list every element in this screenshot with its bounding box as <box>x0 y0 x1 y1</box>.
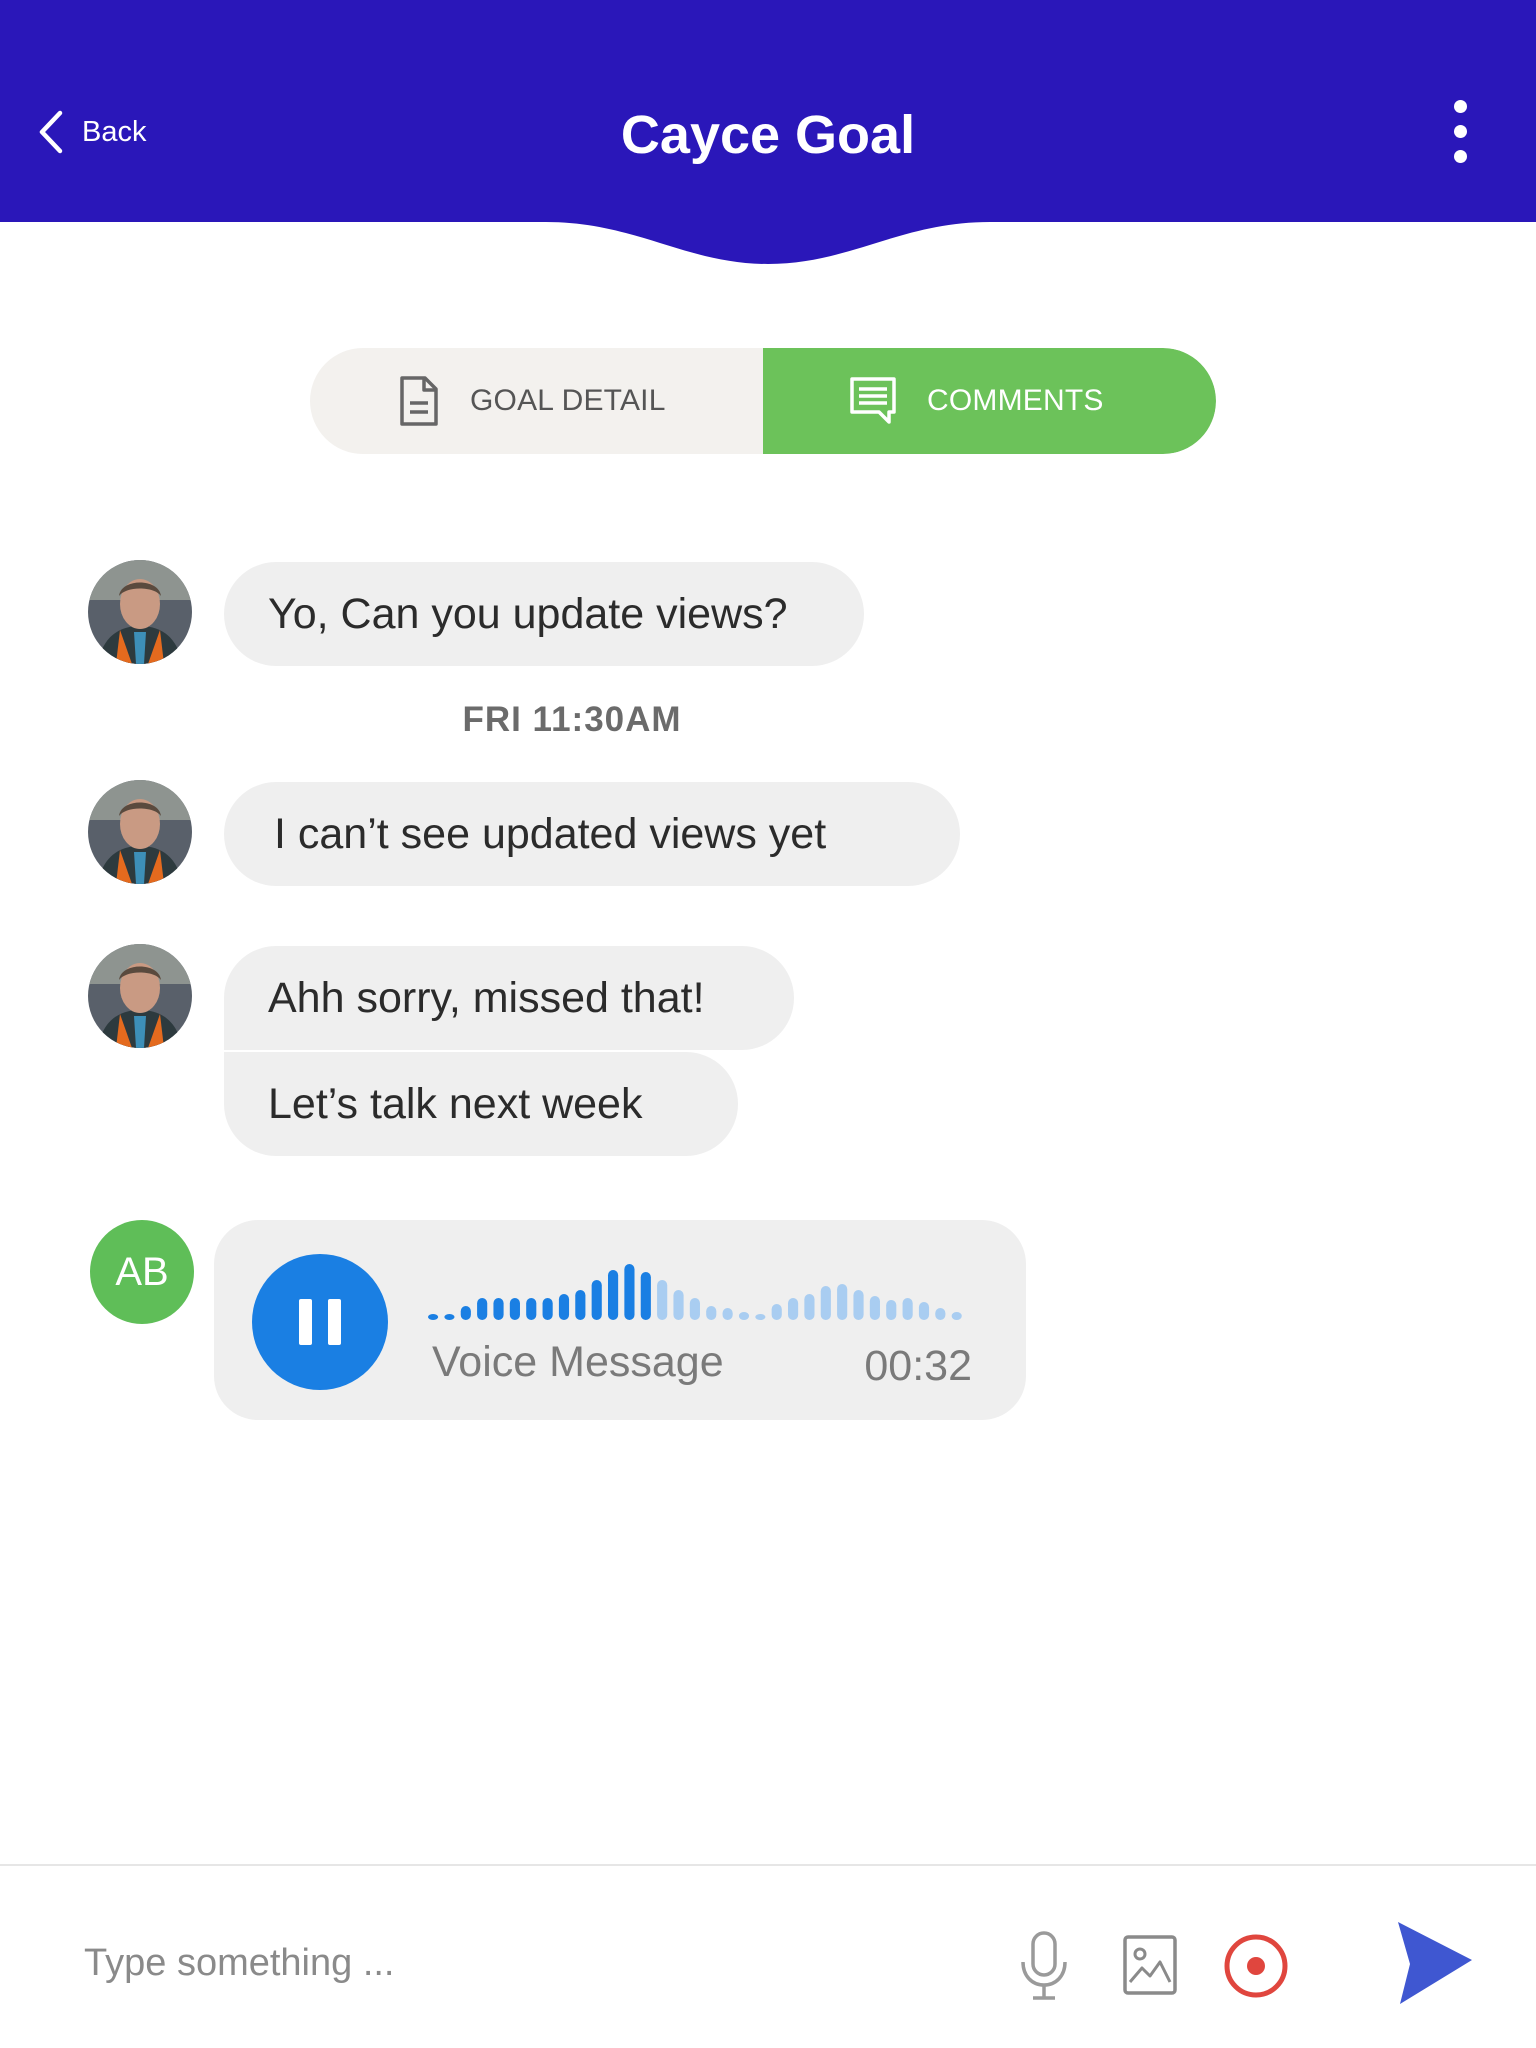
avatar[interactable] <box>88 780 192 884</box>
voice-message-label: Voice Message <box>432 1338 724 1386</box>
waveform-bar <box>869 1296 880 1320</box>
waveform-bar <box>542 1298 553 1320</box>
waveform-bar <box>608 1270 619 1320</box>
message-text: Yo, Can you update views? <box>268 589 788 638</box>
waveform-bar <box>706 1306 717 1320</box>
tab-switcher: GOAL DETAIL COMMENTS <box>310 348 1216 454</box>
waveform-bar <box>689 1298 700 1320</box>
waveform-bar <box>558 1294 570 1320</box>
document-icon <box>400 376 438 426</box>
waveform-bar <box>918 1302 930 1320</box>
voice-message-card: Voice Message 00:32 <box>214 1220 1026 1420</box>
message-text: Let’s talk next week <box>268 1079 643 1128</box>
tab-goal-detail[interactable]: GOAL DETAIL <box>310 348 763 454</box>
waveform-bar <box>820 1286 831 1320</box>
message-bubble: Yo, Can you update views? <box>224 562 864 666</box>
waveform[interactable] <box>428 1258 968 1322</box>
message-bubble: Let’s talk next week <box>224 1052 738 1156</box>
waveform-bar <box>755 1314 766 1320</box>
waveform-bar <box>886 1300 897 1320</box>
microphone-icon[interactable] <box>1016 1930 1072 2007</box>
waveform-bar <box>460 1306 471 1320</box>
avatar-initials[interactable]: AB <box>90 1220 194 1324</box>
waveform-bar <box>788 1298 799 1320</box>
waveform-bar <box>624 1264 635 1320</box>
send-icon[interactable] <box>1392 1918 1476 2013</box>
waveform-bar <box>837 1284 848 1320</box>
tab-comments[interactable]: COMMENTS <box>763 348 1216 454</box>
waveform-bar <box>853 1290 864 1320</box>
waveform-bar <box>935 1308 946 1320</box>
waveform-bar <box>493 1298 504 1320</box>
message-text: I can’t see updated views yet <box>274 809 827 858</box>
waveform-bar <box>804 1294 815 1320</box>
composer-divider <box>0 1864 1536 1866</box>
waveform-bar <box>591 1280 602 1320</box>
pause-button[interactable] <box>252 1254 388 1390</box>
waveform-bar <box>640 1272 651 1320</box>
waveform-bar <box>722 1308 733 1320</box>
comment-icon <box>850 377 896 424</box>
waveform-bar <box>902 1298 913 1320</box>
message-input[interactable] <box>84 1932 944 1994</box>
record-icon[interactable] <box>1222 1932 1290 2005</box>
avatar[interactable] <box>88 944 192 1048</box>
app-header: Back Cayce Goal <box>0 0 1536 222</box>
header-wave <box>0 220 1536 264</box>
image-icon[interactable] <box>1122 1934 1178 2001</box>
avatar[interactable] <box>88 560 192 664</box>
waveform-bar <box>444 1314 455 1320</box>
message-text: Ahh sorry, missed that! <box>268 973 705 1022</box>
message-timestamp: FRI 11:30AM <box>462 700 682 739</box>
waveform-bar <box>738 1312 750 1320</box>
waveform-bar <box>477 1298 488 1320</box>
message-bubble: I can’t see updated views yet <box>224 782 960 886</box>
waveform-bar <box>673 1290 684 1320</box>
tab-comments-label: COMMENTS <box>927 384 1104 417</box>
waveform-bar <box>771 1304 782 1320</box>
waveform-bar <box>526 1298 537 1320</box>
tab-goal-detail-label: GOAL DETAIL <box>470 384 666 417</box>
page-title: Cayce Goal <box>620 105 916 165</box>
waveform-bar <box>575 1290 586 1320</box>
waveform-bar <box>509 1298 520 1320</box>
waveform-bar <box>657 1280 668 1320</box>
message-bubble: Ahh sorry, missed that! <box>224 946 794 1050</box>
waveform-bar <box>951 1312 962 1320</box>
more-options-icon[interactable] <box>1440 100 1480 170</box>
waveform-bar <box>428 1314 439 1320</box>
voice-message-duration: 00:32 <box>864 1342 972 1390</box>
